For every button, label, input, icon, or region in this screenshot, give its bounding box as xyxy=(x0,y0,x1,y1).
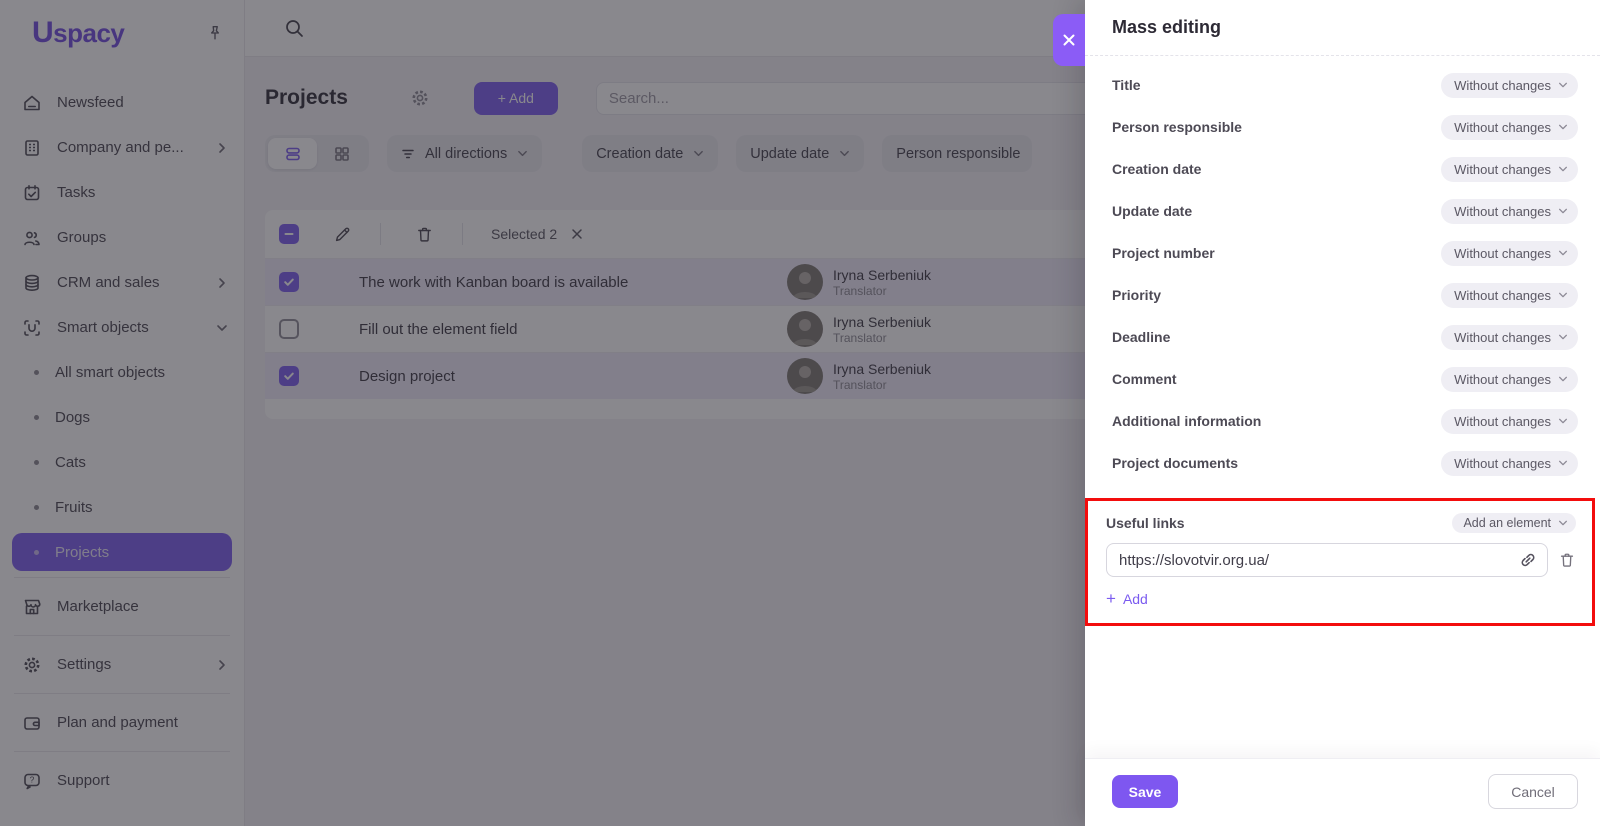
field-value-dropdown[interactable]: Without changes xyxy=(1441,157,1578,182)
field-value: Without changes xyxy=(1454,288,1551,303)
modal-backdrop[interactable] xyxy=(0,0,1085,826)
chevron-down-icon xyxy=(1558,164,1568,174)
field-value: Without changes xyxy=(1454,162,1551,177)
add-element-dropdown[interactable]: Add an element xyxy=(1452,513,1576,533)
field-value-dropdown[interactable]: Without changes xyxy=(1441,367,1578,392)
field-row-priority: Priority Without changes xyxy=(1085,274,1600,316)
field-label: Creation date xyxy=(1112,161,1201,177)
add-link-label: Add xyxy=(1123,591,1148,607)
field-label: Project documents xyxy=(1112,455,1238,471)
field-label: Deadline xyxy=(1112,329,1170,345)
chevron-down-icon xyxy=(1558,416,1568,426)
url-input[interactable] xyxy=(1106,543,1548,577)
field-row-title: Title Without changes xyxy=(1085,64,1600,106)
field-value-dropdown[interactable]: Without changes xyxy=(1441,73,1578,98)
field-label: Update date xyxy=(1112,203,1192,219)
field-label: Comment xyxy=(1112,371,1177,387)
chevron-down-icon xyxy=(1558,458,1568,468)
cancel-button[interactable]: Cancel xyxy=(1488,774,1578,809)
useful-links-label: Useful links xyxy=(1106,515,1185,531)
link-icon[interactable] xyxy=(1518,550,1538,570)
field-value-dropdown[interactable]: Without changes xyxy=(1441,115,1578,140)
chevron-down-icon xyxy=(1558,206,1568,216)
drawer-title: Mass editing xyxy=(1112,17,1221,38)
chevron-down-icon xyxy=(1558,290,1568,300)
field-row-additional-information: Additional information Without changes xyxy=(1085,400,1600,442)
chevron-down-icon xyxy=(1558,122,1568,132)
field-row-deadline: Deadline Without changes xyxy=(1085,316,1600,358)
plus-icon: + xyxy=(1106,592,1116,606)
mass-editing-drawer: Mass editing Title Without changes Perso… xyxy=(1085,0,1600,826)
field-row-project-number: Project number Without changes xyxy=(1085,232,1600,274)
field-value: Without changes xyxy=(1454,414,1551,429)
save-button[interactable]: Save xyxy=(1112,775,1178,808)
field-label: Title xyxy=(1112,77,1141,93)
chevron-down-icon xyxy=(1558,248,1568,258)
field-label: Project number xyxy=(1112,245,1215,261)
close-icon xyxy=(1062,33,1076,47)
field-value-dropdown[interactable]: Without changes xyxy=(1441,451,1578,476)
close-drawer-button[interactable] xyxy=(1053,14,1085,66)
field-value: Without changes xyxy=(1454,330,1551,345)
field-row-person-responsible: Person responsible Without changes xyxy=(1085,106,1600,148)
field-row-comment: Comment Without changes xyxy=(1085,358,1600,400)
chevron-down-icon xyxy=(1558,80,1568,90)
field-label: Person responsible xyxy=(1112,119,1242,135)
field-value: Without changes xyxy=(1454,246,1551,261)
drawer-footer: Save Cancel xyxy=(1085,758,1600,826)
field-label: Priority xyxy=(1112,287,1161,303)
chevron-down-icon xyxy=(1558,518,1568,528)
useful-links-section: Useful links Add an element + Add xyxy=(1085,498,1595,626)
field-value: Without changes xyxy=(1454,372,1551,387)
field-value-dropdown[interactable]: Without changes xyxy=(1441,283,1578,308)
chevron-down-icon xyxy=(1558,374,1568,384)
chevron-down-icon xyxy=(1558,332,1568,342)
delete-link-trash-icon[interactable] xyxy=(1558,551,1576,569)
field-value-dropdown[interactable]: Without changes xyxy=(1441,241,1578,266)
fields-list: Title Without changes Person responsible… xyxy=(1085,56,1600,484)
add-link-button[interactable]: + Add xyxy=(1106,591,1148,607)
field-value: Without changes xyxy=(1454,204,1551,219)
field-value-dropdown[interactable]: Without changes xyxy=(1441,199,1578,224)
add-element-label: Add an element xyxy=(1463,516,1551,530)
field-value-dropdown[interactable]: Without changes xyxy=(1441,325,1578,350)
field-row-creation-date: Creation date Without changes xyxy=(1085,148,1600,190)
field-label: Additional information xyxy=(1112,413,1261,429)
field-value: Without changes xyxy=(1454,78,1551,93)
field-value-dropdown[interactable]: Without changes xyxy=(1441,409,1578,434)
field-row-update-date: Update date Without changes xyxy=(1085,190,1600,232)
field-row-project-documents: Project documents Without changes xyxy=(1085,442,1600,484)
field-value: Without changes xyxy=(1454,120,1551,135)
field-value: Without changes xyxy=(1454,456,1551,471)
